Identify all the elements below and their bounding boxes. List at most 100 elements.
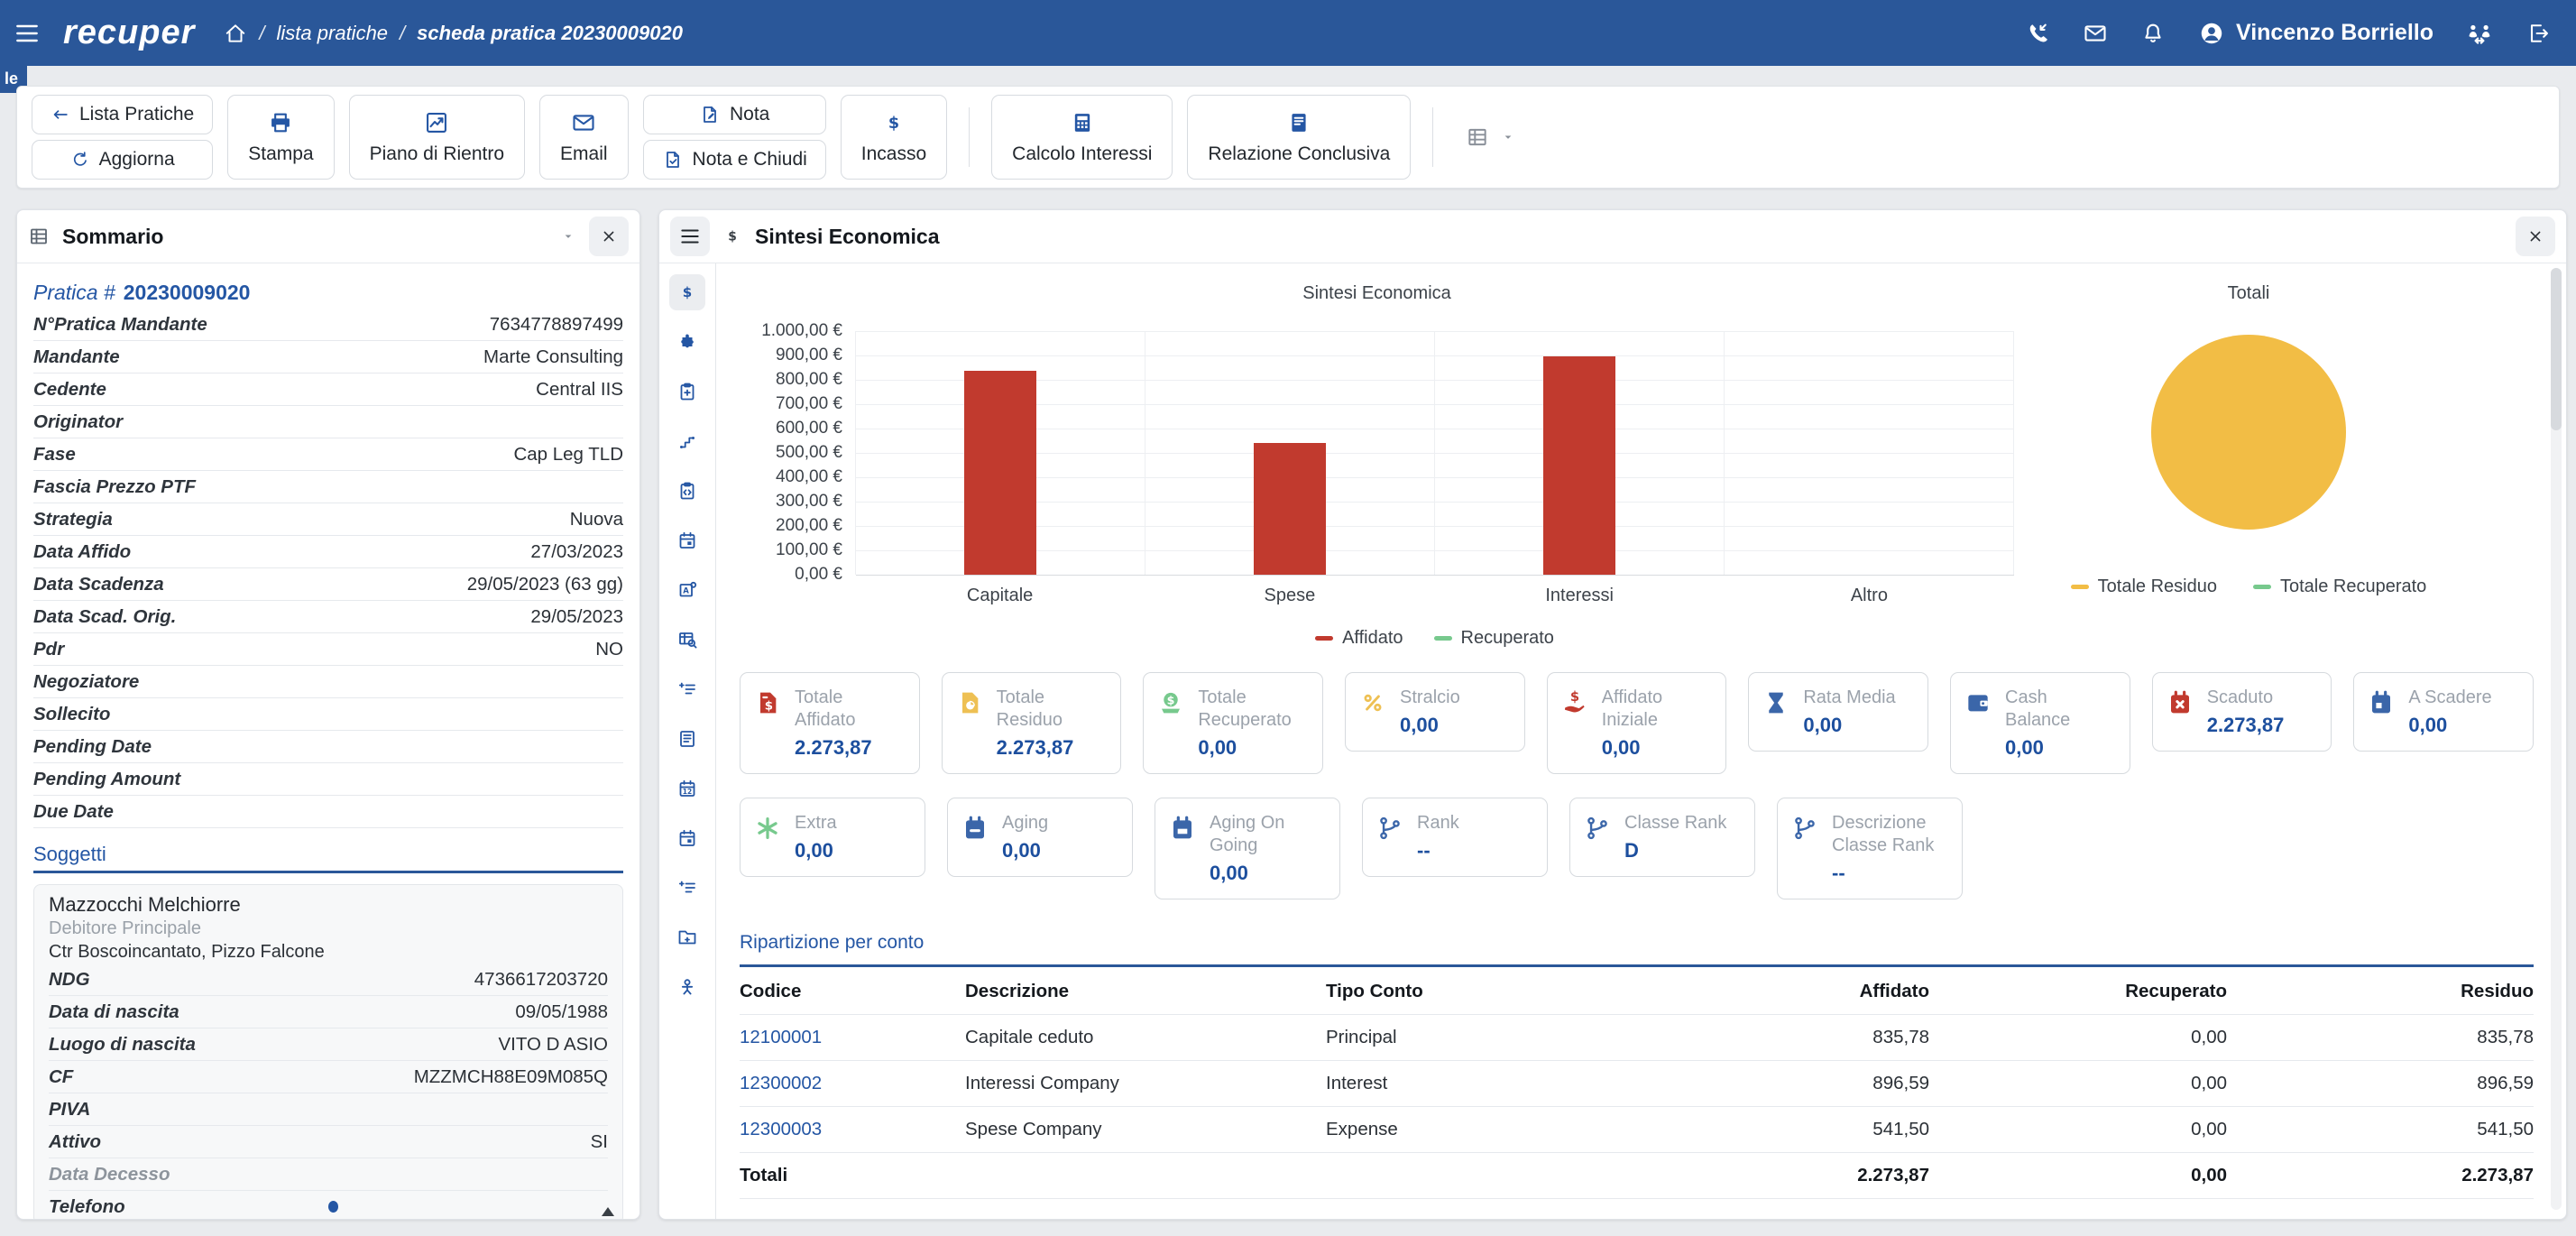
calendar-x-icon <box>2166 687 2194 737</box>
rail-item-flow[interactable] <box>669 423 705 459</box>
relazione-conclusiva-button[interactable]: Relazione Conclusiva <box>1187 95 1411 180</box>
field-value: 27/03/2023 <box>530 541 623 563</box>
y-tick-label: 400,00 € <box>776 467 842 487</box>
stat-card-value: 0,00 <box>1002 839 1048 862</box>
calendar-solid-icon <box>2367 687 2396 737</box>
stat-card-text: Cash Balance0,00 <box>2005 687 2117 760</box>
lista-pratiche-button[interactable]: Lista Pratiche <box>32 95 213 134</box>
person-icon <box>676 976 698 998</box>
hand-dollar-icon: $ <box>1560 687 1589 760</box>
summary-field-row: Pending Amount <box>33 763 623 796</box>
layout-dropdown[interactable] <box>1466 125 1516 149</box>
stat-cards-row-1: $Totale Affidato2.273,87Totale Residuo2.… <box>740 672 2534 774</box>
stat-card-text: Affidato Iniziale0,00 <box>1602 687 1714 760</box>
sintesi-close-button[interactable] <box>2516 217 2555 256</box>
account-code-link[interactable]: 12300002 <box>740 1061 965 1106</box>
account-code-link[interactable]: 12300003 <box>740 1107 965 1152</box>
rail-item-folder-plus[interactable] <box>669 919 705 955</box>
stampa-label: Stampa <box>248 143 313 165</box>
sommario-body: Pratica # 20230009020 N°Pratica Mandante… <box>17 263 639 1220</box>
rail-item-list-plus[interactable] <box>669 671 705 707</box>
y-tick-label: 300,00 € <box>776 492 842 512</box>
rail-item-clipboard-plus[interactable] <box>669 374 705 410</box>
toolbar-divider <box>1432 107 1433 167</box>
bar-cell <box>1145 331 1435 575</box>
phone-incoming-icon[interactable] <box>2025 21 2050 46</box>
field-label: Mandante <box>33 346 120 368</box>
arrow-left-icon <box>51 105 70 125</box>
user-menu[interactable]: Vincenzo Borriello <box>2198 20 2433 47</box>
table-totals-row: Totali2.273,870,002.273,87 <box>740 1153 2534 1199</box>
menu-icon[interactable] <box>13 19 41 48</box>
user-name: Vincenzo Borriello <box>2236 20 2433 46</box>
breadcrumb-lista-pratiche[interactable]: lista pratiche <box>277 22 389 45</box>
stat-card-text: A Scadere0,00 <box>2408 687 2491 737</box>
table-cell: Principal <box>1326 1015 1632 1060</box>
field-value: 7634778897499 <box>490 314 623 336</box>
mail-icon[interactable] <box>2083 21 2108 46</box>
refresh-icon <box>70 150 90 170</box>
stat-card-label: Totale Recuperato <box>1198 687 1310 732</box>
email-button[interactable]: Email <box>539 95 629 180</box>
nota-e-chiudi-button[interactable]: Nota e Chiudi <box>643 140 826 180</box>
stat-card-value: 2.273,87 <box>795 736 906 760</box>
rail-item-clipboard-code[interactable] <box>669 473 705 509</box>
ripartizione-title: Ripartizione per conto <box>740 932 2534 967</box>
incasso-button[interactable]: $ Incasso <box>841 95 947 180</box>
calendar-minus-icon <box>961 812 989 862</box>
stat-card-label: Descrizione Classe Rank <box>1832 812 1949 857</box>
home-icon[interactable] <box>224 22 247 45</box>
field-label: Data Scad. Orig. <box>33 606 176 628</box>
vertical-scrollbar-thumb[interactable] <box>2551 268 2562 430</box>
soggetto-card: Mazzocchi Melchiorre Debitore Principale… <box>33 884 623 1220</box>
stampa-button[interactable]: Stampa <box>227 95 334 180</box>
mail-icon <box>571 110 596 135</box>
bell-icon[interactable] <box>2140 21 2166 46</box>
collapse-caret-icon[interactable] <box>560 228 576 244</box>
stat-card: Rata Media0,00 <box>1748 672 1928 752</box>
rail-item-dollar[interactable]: $ <box>669 274 705 310</box>
aggiorna-button[interactable]: Aggiorna <box>32 140 213 180</box>
stat-card-label: Rata Media <box>1803 687 1895 709</box>
account-code-link[interactable]: 12100001 <box>740 1015 965 1060</box>
email-label: Email <box>560 143 608 165</box>
rail-item-calendar-12[interactable]: 12 <box>669 770 705 807</box>
rail-item-person[interactable] <box>669 969 705 1005</box>
table-cell: Interessi Company <box>965 1061 1326 1106</box>
piano-di-rientro-button[interactable]: Piano di Rientro <box>349 95 525 180</box>
calcolo-interessi-button[interactable]: Calcolo Interessi <box>991 95 1173 180</box>
rail-item-list-plus-alt[interactable] <box>669 870 705 906</box>
rail-item-calendar-alt[interactable] <box>669 820 705 856</box>
legend-swatch <box>1315 636 1333 641</box>
field-label: Data Affido <box>33 541 131 563</box>
stat-card-text: Extra0,00 <box>795 812 837 862</box>
nota-button[interactable]: Nota <box>643 95 826 134</box>
note-check-icon <box>662 149 684 171</box>
sommario-header: Sommario <box>17 210 639 263</box>
scroll-indicator-dot[interactable] <box>328 1201 338 1213</box>
calendar-box-icon <box>1168 812 1197 885</box>
field-value: 29/05/2023 <box>530 606 623 628</box>
chevron-down-icon <box>1500 129 1516 145</box>
scroll-caret-icon[interactable] <box>602 1207 614 1216</box>
people-arrows-icon[interactable] <box>2466 20 2493 47</box>
table-cell: 0,00 <box>1929 1061 2227 1106</box>
summary-field-row: Data Decesso <box>49 1158 608 1191</box>
rail-item-doc-attachment[interactable]: A <box>669 572 705 608</box>
totals-cell: Totali <box>740 1153 965 1198</box>
rail-item-puzzle[interactable] <box>669 324 705 360</box>
stat-card-text: Totale Recuperato0,00 <box>1198 687 1310 760</box>
stat-cards-row-2: Extra0,00Aging0,00Aging On Going0,00Rank… <box>740 798 2534 899</box>
sommario-close-button[interactable] <box>589 217 629 256</box>
legend-label: Totale Residuo <box>2098 576 2217 597</box>
stat-card-label: Scaduto <box>2207 687 2285 709</box>
stat-card-value: 0,00 <box>1602 736 1714 760</box>
rail-item-calendar[interactable] <box>669 522 705 558</box>
drag-handle[interactable] <box>670 217 710 256</box>
sintesi-header: $ Sintesi Economica <box>659 210 2566 263</box>
rail-item-table-search[interactable] <box>669 622 705 658</box>
pratica-number-row: Pratica # 20230009020 <box>33 276 623 309</box>
topbar-actions: Vincenzo Borriello <box>2025 20 2551 47</box>
logout-icon[interactable] <box>2525 21 2551 46</box>
rail-item-notebook[interactable] <box>669 721 705 757</box>
